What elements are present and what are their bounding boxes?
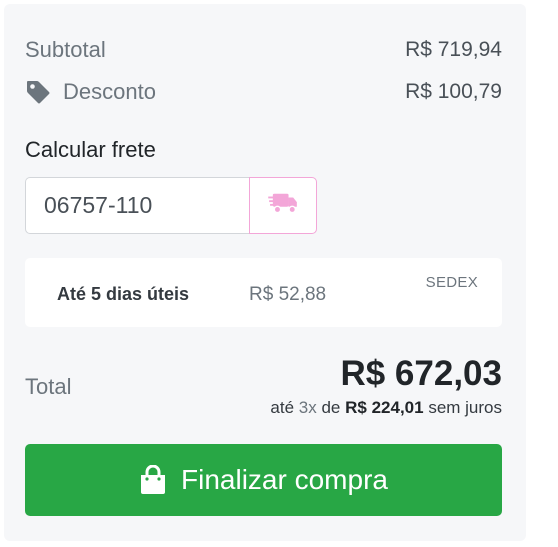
subtotal-row: Subtotal R$ 719,94 [25, 34, 502, 66]
cart-summary-card: Subtotal R$ 719,94 Desconto R$ 100,79 Ca… [4, 4, 526, 541]
cep-input[interactable]: 06757-110 [25, 177, 249, 234]
subtotal-value: R$ 719,94 [405, 38, 502, 61]
installments-text: até 3x de R$ 224,01 sem juros [270, 398, 502, 418]
shopping-bag-icon [139, 465, 167, 495]
total-label: Total [25, 374, 72, 399]
installment-prefix: até [270, 398, 295, 417]
discount-row: Desconto R$ 100,79 [25, 74, 502, 110]
discount-label: Desconto [63, 79, 156, 104]
shipping-method: SEDEX [425, 274, 478, 291]
installment-mid: de [321, 398, 341, 417]
installment-amount: R$ 224,01 [345, 398, 424, 417]
installment-suffix: sem juros [428, 398, 502, 417]
cep-input-group: 06757-110 [25, 177, 317, 234]
truck-icon [267, 191, 299, 220]
discount-label-group: Desconto [25, 79, 156, 105]
shipping-option[interactable]: Até 5 dias úteis R$ 52,88 SEDEX [25, 258, 502, 327]
installment-count: 3x [298, 398, 317, 417]
subtotal-label: Subtotal [25, 37, 106, 62]
discount-value: R$ 100,79 [405, 80, 502, 103]
checkout-button[interactable]: Finalizar compra [25, 444, 502, 516]
shipping-days: Até 5 dias úteis [57, 284, 190, 304]
checkout-label: Finalizar compra [181, 464, 388, 495]
shipping-price: R$ 52,88 [249, 284, 327, 305]
calculate-freight-button[interactable] [249, 177, 317, 234]
total-value: R$ 672,03 [340, 354, 502, 393]
freight-title: Calcular frete [25, 137, 156, 162]
tag-icon [25, 79, 51, 105]
